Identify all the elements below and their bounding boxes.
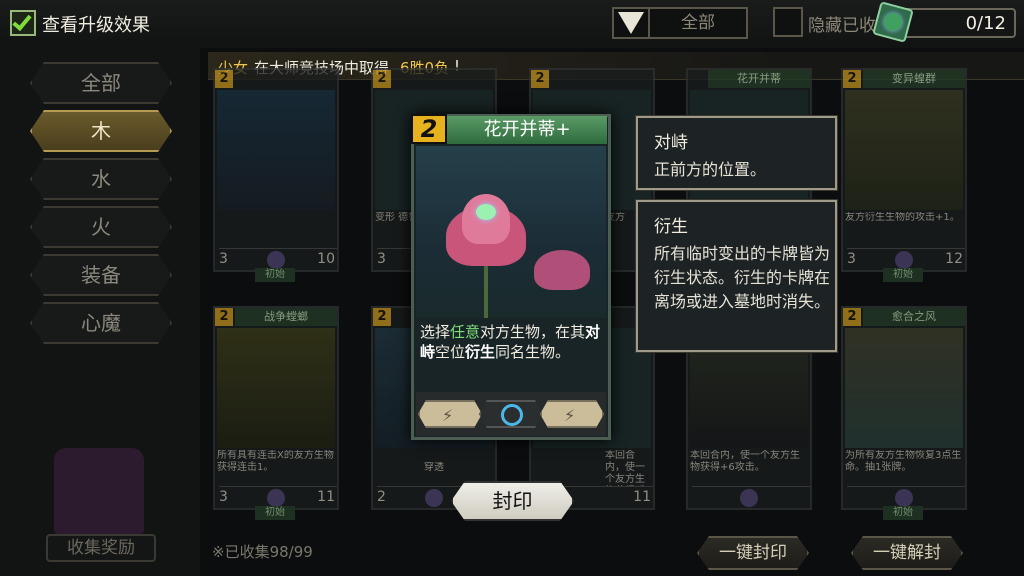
unseal-all-button[interactable]: 一键解封 bbox=[851, 536, 963, 570]
card-stats bbox=[847, 486, 965, 508]
check-icon bbox=[12, 10, 32, 32]
lightning-icon: ⚡ bbox=[564, 406, 576, 425]
card-text: 为所有友方生物恢复3点生命。抽1张牌。 bbox=[845, 450, 962, 473]
card-badge: 初始 bbox=[883, 268, 923, 282]
card[interactable]: 2 变异蝗群 友方衍生生物的攻击+1。 3 12 初始 bbox=[841, 68, 967, 282]
card-name: 变异蝗群 bbox=[863, 70, 965, 88]
card-attack: 3 bbox=[219, 251, 228, 267]
card-stats: 3 10 bbox=[219, 248, 337, 270]
card-art bbox=[217, 328, 335, 448]
detail-cost: 2 bbox=[411, 114, 447, 144]
treasure-chest-icon[interactable] bbox=[54, 448, 144, 534]
collection-counter: 0/12 bbox=[900, 8, 1016, 38]
card[interactable]: 2 战争螳螂 所有具有连击X的友方生物获得连击1。 3 11 初始 bbox=[213, 306, 339, 520]
tooltip-body: 所有临时变出的卡牌皆为衍生状态。衍生的卡牌在离场或进入墓地时消失。 bbox=[654, 244, 831, 311]
detail-text-part: 选择 bbox=[420, 323, 451, 341]
upgrade-slot-left[interactable]: ⚡ bbox=[418, 400, 482, 428]
hide-collected-label: 隐藏已收 bbox=[808, 16, 876, 36]
helmet-icon bbox=[895, 251, 913, 269]
card[interactable]: 2 3 10 初始 bbox=[213, 68, 339, 282]
card-text: 友方衍生生物的攻击+1。 bbox=[845, 212, 960, 223]
card-cost: 2 bbox=[843, 308, 861, 326]
card-art-lotus bbox=[416, 146, 606, 318]
sidebar-item-all[interactable]: 全部 bbox=[30, 62, 172, 104]
card-attack: 3 bbox=[847, 251, 856, 267]
card-name: 花开并蒂 bbox=[708, 70, 810, 88]
card-cost: 2 bbox=[215, 70, 233, 88]
sidebar-item-wood[interactable]: 木 bbox=[30, 110, 172, 152]
card-cost: 2 bbox=[373, 308, 391, 326]
lotus-flower-small bbox=[534, 250, 590, 290]
wood-element-icon bbox=[501, 404, 523, 426]
card-art bbox=[845, 328, 963, 448]
tooltip-confront: 对峙 正前方的位置。 bbox=[635, 115, 838, 191]
tooltip-title: 对峙 bbox=[654, 133, 688, 153]
card-stats: 3 12 bbox=[847, 248, 965, 270]
counter-value: 0/12 bbox=[965, 13, 1006, 34]
card-attack: 3 bbox=[219, 489, 228, 505]
gear-icon bbox=[740, 489, 758, 507]
lightning-icon: ⚡ bbox=[442, 406, 454, 425]
tooltip-title: 衍生 bbox=[654, 217, 688, 237]
card-cost: 2 bbox=[531, 70, 549, 88]
detail-name: 花开并蒂+ bbox=[447, 116, 607, 144]
detail-text: 选择任意对方生物，在其对峙空位衍生同名生物。 bbox=[416, 320, 608, 390]
upgrade-label[interactable]: 查看升级效果 bbox=[42, 11, 150, 37]
helmet-icon bbox=[425, 489, 443, 507]
card-stats bbox=[692, 486, 810, 508]
seal-all-button[interactable]: 一键封印 bbox=[697, 536, 809, 570]
sidebar-item-demon[interactable]: 心魔 bbox=[30, 302, 172, 344]
detail-text-part: 对方生物，在其 bbox=[480, 323, 586, 341]
upgrade-slot-right[interactable]: ⚡ bbox=[540, 400, 604, 428]
detail-text-part: 同名生物。 bbox=[495, 343, 571, 361]
card-attack: 2 bbox=[377, 489, 386, 505]
card-cost: 2 bbox=[215, 308, 233, 326]
card-badge: 初始 bbox=[255, 268, 295, 282]
keyword-derive: 衍生 bbox=[465, 343, 496, 361]
card-text: 所有具有连击X的友方生物获得连击1。 bbox=[217, 450, 334, 473]
keyword-any: 任意 bbox=[450, 323, 481, 341]
detail-upgrade-bar: ⚡ ⚡ bbox=[416, 392, 606, 436]
collection-reward-button[interactable]: 收集奖励 bbox=[46, 534, 156, 562]
gear-icon bbox=[895, 489, 913, 507]
card-name: 战争螳螂 bbox=[235, 308, 337, 326]
card-attack: 3 bbox=[377, 251, 386, 267]
detail-text-part: 空位 bbox=[435, 343, 466, 361]
card-art bbox=[845, 90, 963, 210]
stem bbox=[484, 266, 488, 318]
card-health: 10 bbox=[317, 251, 335, 267]
card-health: 12 bbox=[945, 251, 963, 267]
card-stats: 3 11 bbox=[219, 486, 337, 508]
filter-value: 全部 bbox=[648, 9, 746, 37]
card-cost: 2 bbox=[373, 70, 391, 88]
helmet-icon bbox=[267, 489, 285, 507]
sidebar-item-water[interactable]: 水 bbox=[30, 158, 172, 200]
sidebar-item-fire[interactable]: 火 bbox=[30, 206, 172, 248]
card-badge: 初始 bbox=[255, 506, 295, 520]
tooltip-body: 正前方的位置。 bbox=[654, 160, 767, 179]
seal-button[interactable]: 封印 bbox=[451, 481, 574, 521]
card-text: 本回合内，使一个友方生物获得+6攻击。 bbox=[690, 450, 800, 473]
card-text: 本回合内，使一个友方生物获得透骨。 bbox=[605, 450, 645, 485]
card[interactable]: 2 愈合之风 为所有友方生物恢复3点生命。抽1张牌。 初始 bbox=[841, 306, 967, 520]
card-art bbox=[217, 90, 335, 210]
sidebar-item-equipment[interactable]: 装备 bbox=[30, 254, 172, 296]
tooltip-derive: 衍生 所有临时变出的卡牌皆为衍生状态。衍生的卡牌在离场或进入墓地时消失。 bbox=[635, 199, 838, 353]
card-name: 愈合之风 bbox=[863, 308, 965, 326]
collected-count: ※已收集98/99 bbox=[212, 543, 313, 561]
card-cost: 2 bbox=[843, 70, 861, 88]
filter-dropdown[interactable]: 全部 bbox=[612, 7, 748, 39]
card-badge: 初始 bbox=[883, 506, 923, 520]
dropdown-arrow-icon bbox=[618, 12, 644, 34]
upgrade-slot-center[interactable] bbox=[479, 400, 543, 428]
card-health: 11 bbox=[317, 489, 335, 505]
fairy-icon bbox=[476, 204, 496, 220]
upgrade-checkbox[interactable] bbox=[10, 10, 36, 36]
card-health: 11 bbox=[633, 489, 651, 505]
helmet-icon bbox=[267, 251, 285, 269]
hide-collected-checkbox[interactable] bbox=[773, 7, 803, 37]
